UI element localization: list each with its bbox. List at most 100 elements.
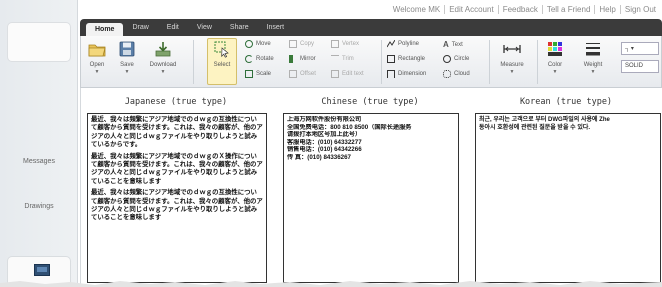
text-line: 客服电话：(010) 64332277 [287, 138, 362, 146]
select-button[interactable]: Select [210, 40, 234, 68]
cloud-tool[interactable]: Cloud [443, 70, 470, 78]
paragraph: 最近、我々は頻繁にアジア地域でのｄｗｇのＸ操作について顧客から質問を受けます。こ… [91, 152, 263, 185]
folder-icon [88, 44, 106, 57]
measure-button[interactable]: Measure ▼ [495, 40, 529, 75]
download-icon [155, 42, 171, 57]
dimension-tool[interactable]: Dimension [387, 70, 426, 78]
move-tool[interactable]: Move [245, 40, 271, 48]
paragraph: 最近、我々は頻繁にアジア地域でのｄｗｇの互換性について顧客から質問を受けます。こ… [91, 189, 263, 222]
ribbon-separator [193, 40, 194, 84]
measure-icon [503, 45, 521, 53]
edit-text-tool[interactable]: Edit text [331, 70, 364, 78]
linetype-preview[interactable]: ┐ ▾ [621, 42, 659, 55]
tell-a-friend-link[interactable]: Tell a Friend [541, 4, 595, 14]
column-heading: Chinese (true type) [321, 97, 419, 107]
text-line: 최근, 우리는 고객으로 부터 DWG파일의 사용에 Zhe [479, 117, 610, 123]
chevron-down-icon: ▼ [124, 69, 130, 75]
text-line: 传 真：(010) 84336267 [287, 153, 351, 161]
dimension-icon [387, 70, 395, 78]
welcome-text: Welcome MK [392, 4, 441, 14]
copy-tool[interactable]: Copy [289, 40, 314, 48]
mirror-tool[interactable]: Mirror [289, 55, 316, 63]
sidebar-item-label: Drawings [24, 203, 54, 210]
select-cursor-icon [214, 41, 229, 58]
account-links: Welcome MK Edit Account Feedback Tell a … [80, 0, 662, 18]
ribbon-toolbar: Open ▼ Save ▼ Download ▼ Select Move Rot… [80, 36, 662, 88]
feedback-link[interactable]: Feedback [497, 4, 542, 14]
sidebar-item-messages[interactable]: Messages [0, 158, 78, 165]
color-button[interactable]: Color ▼ [543, 40, 567, 75]
left-sidebar: Messages Drawings [0, 0, 78, 287]
rotate-icon [245, 55, 253, 63]
chevron-down-icon: ▼ [160, 69, 166, 75]
chinese-text-box: 上海万网软件股份有限公司 全国免费电话：800 810 8500（国际长途服务 … [283, 113, 459, 283]
text-line: 上海万网软件股份有限公司 [287, 116, 362, 123]
chinese-column: Chinese (true type) 上海万网软件股份有限公司 全国免费电话：… [279, 97, 461, 283]
offset-tool[interactable]: Offset [289, 70, 316, 78]
trim-tool[interactable]: Trim [331, 55, 354, 63]
cloud-icon [443, 70, 451, 78]
vertex-icon [331, 40, 339, 48]
line-weight-icon [586, 43, 600, 56]
ribbon-separator [489, 40, 490, 84]
download-button[interactable]: Download ▼ [150, 40, 176, 75]
weight-button[interactable]: Weight ▼ [581, 40, 605, 75]
tab-home[interactable]: Home [86, 23, 124, 36]
rotate-tool[interactable]: Rotate [245, 55, 274, 63]
polyline-tool[interactable]: Polyline [387, 40, 419, 48]
tab-share[interactable]: Share [221, 19, 258, 36]
chevron-down-icon: ▼ [552, 69, 558, 75]
tab-view[interactable]: View [188, 19, 221, 36]
tab-edit[interactable]: Edit [158, 19, 188, 36]
column-heading: Japanese (true type) [124, 97, 228, 107]
open-button[interactable]: Open ▼ [85, 40, 109, 75]
sidebar-item-drawings[interactable]: Drawings [0, 203, 78, 210]
mirror-icon [289, 55, 297, 63]
text-line: 请拨打本地区号加上此号） [287, 131, 362, 139]
polyline-icon [387, 40, 395, 48]
circle-icon [443, 55, 451, 63]
color-palette-icon [548, 42, 562, 56]
save-icon [119, 41, 135, 57]
scale-tool[interactable]: Scale [245, 70, 271, 78]
torn-edge-decoration [0, 281, 662, 287]
chevron-down-icon: ▼ [590, 69, 596, 75]
text-tool[interactable]: A Text [443, 40, 463, 49]
rectangle-icon [387, 55, 395, 63]
chevron-down-icon: ▼ [94, 69, 100, 75]
text-line: 销售电话：(010) 64342266 [287, 146, 362, 154]
drawing-app: Home Draw Edit View Share Insert Open ▼ … [80, 19, 662, 287]
chevron-down-icon: ▼ [509, 69, 515, 75]
menu-bar: Home Draw Edit View Share Insert [80, 19, 662, 36]
japanese-column: Japanese (true type) 最近、我々は頻繁にアジア地域でのｄｗｇ… [81, 97, 271, 283]
save-button[interactable]: Save ▼ [115, 40, 139, 75]
edit-account-link[interactable]: Edit Account [444, 4, 497, 14]
drawing-canvas[interactable]: Japanese (true type) 最近、我々は頻繁にアジア地域でのｄｗｇ… [80, 88, 662, 287]
vertex-tool[interactable]: Vertex [331, 40, 359, 48]
rectangle-tool[interactable]: Rectangle [387, 55, 425, 63]
tab-insert[interactable]: Insert [258, 19, 294, 36]
edit-text-icon [331, 70, 339, 78]
circle-tool[interactable]: Circle [443, 55, 469, 63]
tab-draw[interactable]: Draw [123, 19, 157, 36]
ribbon-separator [381, 40, 382, 84]
korean-column: Korean (true type) 최근, 우리는 고객으로 부터 DWG파일… [469, 97, 662, 283]
column-heading: Korean (true type) [519, 97, 613, 107]
sidebar-top-panel [7, 22, 71, 62]
move-icon [245, 40, 253, 48]
sidebar-item-label: Messages [23, 158, 55, 165]
chinese-text: 上海万网软件股份有限公司 全国免费电话：800 810 8500（国际长途服务 … [284, 114, 458, 164]
copy-icon [289, 40, 297, 48]
text-line: 동아시 호환성에 관련된 질문을 받을 수 있다. [479, 125, 591, 131]
japanese-text-box: 最近、我々は頻繁にアジア地域でのｄｗｇの互換性について顧客から質問を受けます。こ… [87, 113, 267, 283]
linetype-select[interactable]: SOLID [621, 60, 659, 73]
offset-icon [289, 70, 297, 78]
help-link[interactable]: Help [594, 4, 619, 14]
text-icon: A [443, 40, 449, 49]
japanese-text: 最近、我々は頻繁にアジア地域でのｄｗｇの互換性について顧客から質問を受けます。こ… [88, 114, 266, 228]
scale-icon [245, 70, 253, 78]
drawing-thumbnail-icon [34, 264, 50, 276]
paragraph: 最近、我々は頻繁にアジア地域でのｄｗｇの互換性について顧客から質問を受けます。こ… [91, 116, 263, 149]
sign-out-link[interactable]: Sign Out [619, 4, 660, 14]
korean-text-box: 최근, 우리는 고객으로 부터 DWG파일의 사용에 Zhe 동아시 호환성에 … [475, 113, 661, 283]
